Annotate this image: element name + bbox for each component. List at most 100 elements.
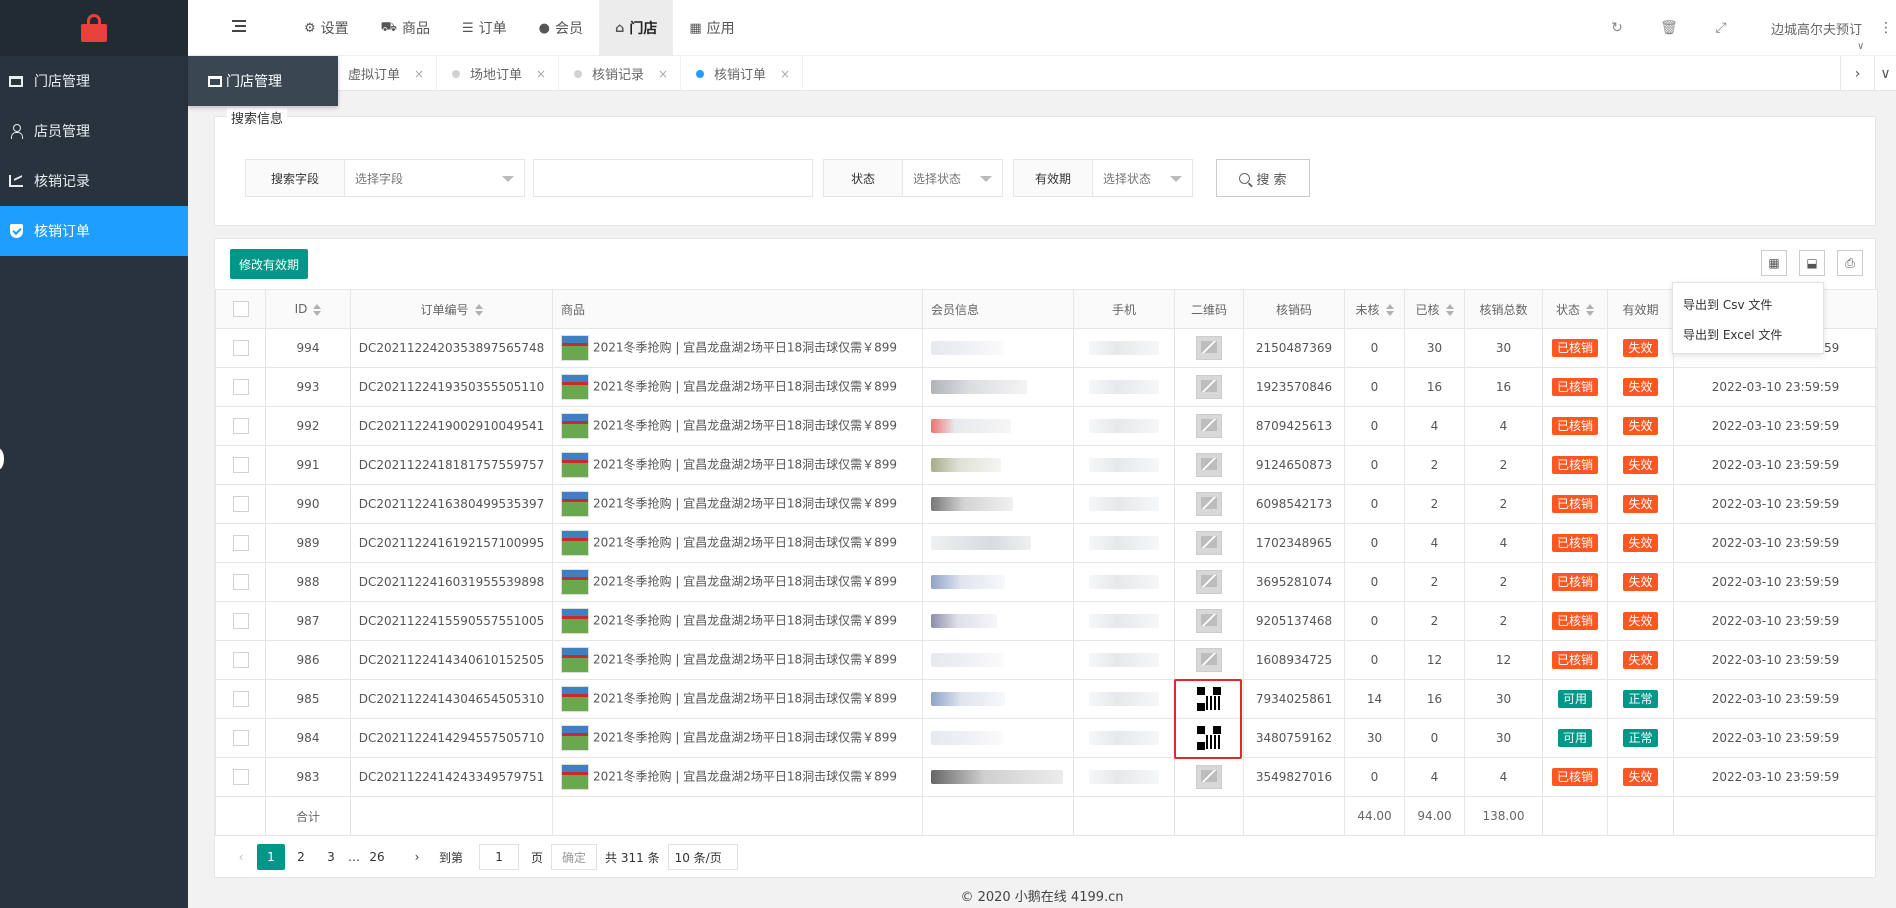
image-placeholder-icon[interactable] <box>1196 375 1222 399</box>
tab-verification-orders[interactable]: 核销订单 × <box>684 56 804 91</box>
col-header[interactable]: 未核 <box>1344 289 1405 329</box>
qrcode-cell <box>1174 601 1244 641</box>
nav-products[interactable]: ⛟ 商品 <box>365 0 446 56</box>
product-name: 2021冬季抢购 | 宜昌龙盘湖2场平日18洞击球仅需￥899 <box>593 457 898 472</box>
header-label: 已核 <box>1415 302 1440 317</box>
row-checkbox[interactable] <box>232 496 249 512</box>
page-button-3[interactable]: 3 <box>317 844 345 870</box>
sidebar-item-staff-management[interactable]: 店员管理 <box>0 106 188 156</box>
row-checkbox[interactable] <box>232 379 249 395</box>
select-all-checkbox[interactable] <box>232 301 249 317</box>
summary-empty <box>350 796 553 836</box>
sort-icon[interactable] <box>313 303 322 316</box>
goto-page-input[interactable]: 1 <box>479 844 520 870</box>
image-placeholder-icon[interactable] <box>1196 453 1222 477</box>
verify-code-cell: 2150487369 <box>1243 328 1345 368</box>
next-page-button[interactable]: › <box>403 844 431 870</box>
summary-empty <box>552 796 923 836</box>
nav-stores[interactable]: ⌂ 门店 <box>599 0 674 56</box>
sidebar-item-verification-records[interactable]: 核销记录 <box>0 156 188 206</box>
sidebar-item-verification-orders[interactable]: 核销订单 <box>0 206 188 256</box>
fullscreen-icon[interactable]: ⤢ <box>1695 20 1747 36</box>
row-checkbox[interactable] <box>232 457 249 473</box>
menu-toggle-icon[interactable] <box>232 20 246 32</box>
row-checkbox[interactable] <box>232 574 249 590</box>
sort-icon[interactable] <box>1445 304 1454 316</box>
tab-venue-orders[interactable]: 场地订单 × <box>440 56 560 91</box>
search-keyword-input[interactable] <box>533 159 813 197</box>
chevron-down-icon[interactable]: ∨ <box>1874 56 1896 91</box>
store-switcher[interactable]: 边城高尔夫预订 ∨ <box>1747 19 1876 52</box>
verify-code-cell: 8709425613 <box>1243 406 1345 446</box>
page-size-select[interactable]: 10 条/页 <box>667 844 738 870</box>
page-button-2[interactable]: 2 <box>287 844 315 870</box>
row-checkbox[interactable] <box>232 691 249 707</box>
nav-apps[interactable]: ▦ 应用 <box>673 0 750 56</box>
refresh-icon[interactable]: ↻ <box>1591 20 1643 36</box>
close-icon[interactable]: × <box>536 67 546 81</box>
row-checkbox[interactable] <box>232 652 249 668</box>
search-field-select[interactable]: 选择字段 <box>345 159 525 197</box>
row-checkbox[interactable] <box>232 769 249 785</box>
row-select-cell <box>215 718 266 758</box>
export-icon[interactable]: ⬓ <box>1799 250 1825 276</box>
nav-orders[interactable]: ☰ 订单 <box>446 0 523 56</box>
unused-cell: 0 <box>1344 601 1405 641</box>
image-placeholder-icon[interactable] <box>1196 414 1222 438</box>
export-csv-item[interactable]: 导出到 Csv 文件 <box>1673 290 1823 320</box>
top-header: ⚙ 设置 ⛟ 商品 ☰ 订单 ● 会员 ⌂ 门店 ▦ 应用 ↻ 🗑 ⤢ 边城高尔夫预订 ∨ … <box>188 0 1896 56</box>
row-checkbox[interactable] <box>232 730 249 746</box>
close-icon[interactable]: × <box>780 67 790 81</box>
print-icon[interactable]: ⎙ <box>1837 250 1863 276</box>
export-excel-item[interactable]: 导出到 Excel 文件 <box>1673 320 1823 350</box>
prev-page-button[interactable]: ‹ <box>227 844 255 870</box>
col-header[interactable]: ID <box>265 289 351 329</box>
product-thumbnail <box>561 686 589 712</box>
status-label: 状态 <box>823 159 903 197</box>
columns-icon[interactable]: ▦ <box>1761 250 1787 276</box>
product-thumbnail <box>561 647 589 673</box>
col-header[interactable]: 已核 <box>1404 289 1465 329</box>
total-cell: 2 <box>1464 601 1543 641</box>
page-button-1[interactable]: 1 <box>257 844 285 870</box>
summary-empty <box>1073 796 1175 836</box>
logo[interactable] <box>0 0 188 56</box>
row-checkbox[interactable] <box>232 613 249 629</box>
summary-label: 合计 <box>265 796 351 836</box>
image-placeholder-icon[interactable] <box>1196 648 1222 672</box>
row-checkbox[interactable] <box>232 535 249 551</box>
image-placeholder-icon[interactable] <box>1196 609 1222 633</box>
search-button[interactable]: 搜 索 <box>1216 159 1310 197</box>
goto-confirm-button[interactable]: 确定 <box>551 844 598 870</box>
sort-icon[interactable] <box>474 304 483 316</box>
page-button-last[interactable]: 26 <box>363 844 391 870</box>
modify-validity-button[interactable]: 修改有效期 <box>230 249 309 279</box>
sort-icon[interactable] <box>1586 304 1594 316</box>
row-checkbox[interactable] <box>232 418 249 434</box>
used-cell: 2 <box>1404 601 1465 641</box>
row-checkbox[interactable] <box>232 340 249 356</box>
image-placeholder-icon[interactable] <box>1196 765 1222 789</box>
sort-icon[interactable] <box>1385 304 1394 316</box>
image-placeholder-icon[interactable] <box>1196 531 1222 555</box>
col-header[interactable]: 状态 <box>1542 289 1608 329</box>
image-placeholder-icon[interactable] <box>1196 570 1222 594</box>
sidebar-item-store-management[interactable]: 门店管理 <box>0 56 188 106</box>
more-icon[interactable]: ⋮ <box>1876 20 1896 36</box>
validity-select[interactable]: 选择状态 <box>1093 159 1193 197</box>
image-placeholder-icon[interactable] <box>1196 492 1222 516</box>
tooltip-label: 门店管理 <box>226 74 282 90</box>
chevron-right-icon[interactable]: › <box>1840 56 1874 91</box>
nav-members[interactable]: ● 会员 <box>523 0 599 56</box>
member-info-blurred <box>931 380 1027 395</box>
col-header[interactable]: 订单编号 <box>350 289 553 329</box>
image-placeholder-icon[interactable] <box>1196 336 1222 360</box>
tab-label: 场地订单 <box>470 68 523 83</box>
tab-verification-records[interactable]: 核销记录 × <box>562 56 682 91</box>
status-select[interactable]: 选择状态 <box>903 159 1003 197</box>
close-icon[interactable]: × <box>414 67 424 81</box>
close-icon[interactable]: × <box>658 67 668 81</box>
sidebar-scroll-handle[interactable] <box>0 448 4 470</box>
nav-settings[interactable]: ⚙ 设置 <box>288 0 365 56</box>
trash-icon[interactable]: 🗑 <box>1643 20 1695 36</box>
